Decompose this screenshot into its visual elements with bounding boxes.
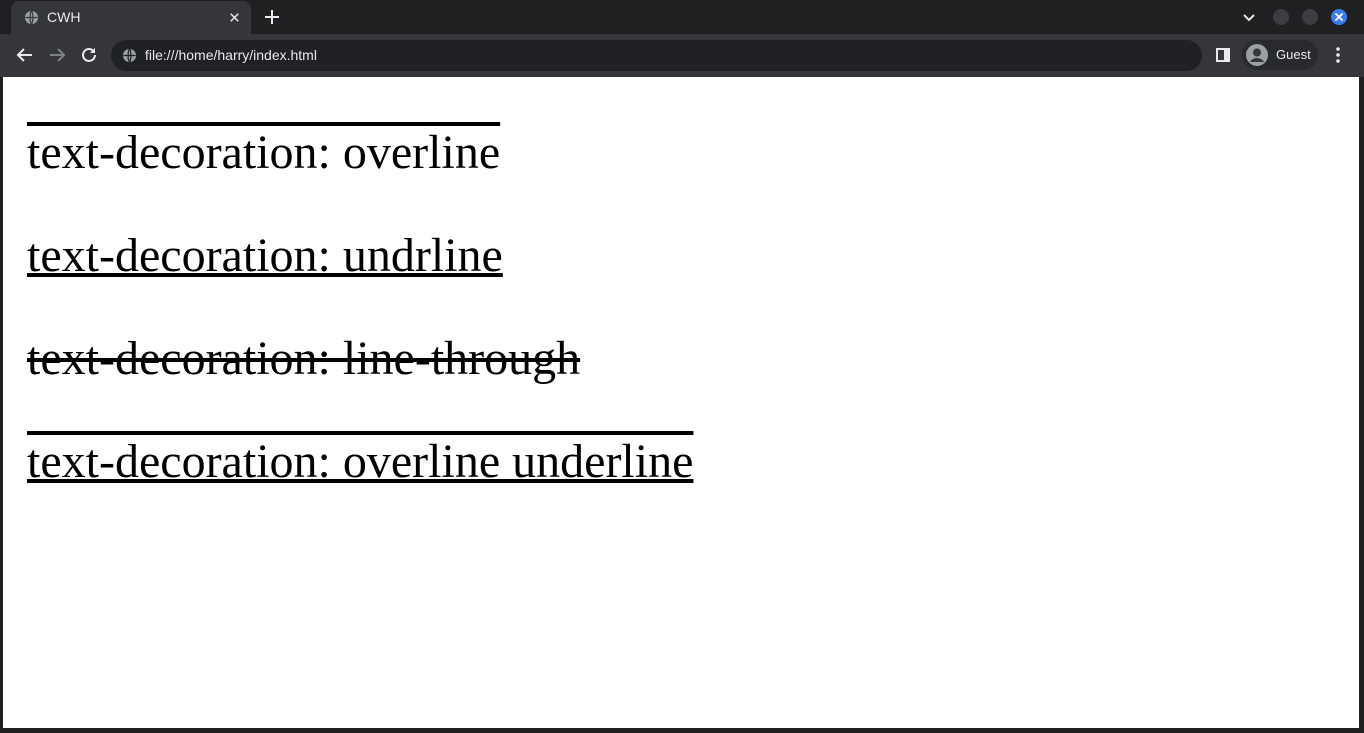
kebab-menu-icon[interactable] [1328, 45, 1348, 65]
globe-icon[interactable] [122, 48, 137, 63]
globe-icon [24, 10, 39, 25]
back-arrow-icon[interactable] [15, 45, 35, 65]
underline-heading: text-decoration: undrline [27, 229, 503, 282]
address-bar[interactable]: file:///home/harry/index.html [111, 40, 1202, 71]
close-icon [1334, 12, 1344, 22]
side-panel-icon[interactable] [1213, 45, 1233, 65]
close-icon[interactable] [227, 10, 242, 25]
tab-cwh[interactable]: CWH [11, 1, 251, 34]
close-window-button[interactable] [1331, 9, 1347, 25]
page-content: text-decoration: overline text-decoratio… [3, 77, 1359, 728]
line-through-heading: text-decoration: line-through [27, 332, 581, 385]
chevron-down-icon[interactable] [1240, 8, 1258, 26]
profile-button[interactable]: Guest [1242, 40, 1318, 70]
profile-name: Guest [1276, 47, 1311, 62]
tab-strip: CWH [0, 0, 1364, 34]
maximize-button[interactable] [1302, 9, 1318, 25]
browser-toolbar: file:///home/harry/index.html Guest [0, 34, 1364, 77]
browser-window: CWH file:///home/harry/index.html Guest … [0, 0, 1364, 733]
avatar-icon [1246, 44, 1268, 66]
new-tab-button[interactable] [262, 7, 282, 27]
reload-icon[interactable] [79, 45, 99, 65]
minimize-button[interactable] [1273, 9, 1289, 25]
tab-title: CWH [47, 9, 81, 25]
overline-heading: text-decoration: overline [27, 126, 501, 179]
overline-underline-heading: text-decoration: overline underline [27, 435, 694, 488]
forward-arrow-icon[interactable] [47, 45, 67, 65]
url-text[interactable]: file:///home/harry/index.html [145, 46, 317, 64]
